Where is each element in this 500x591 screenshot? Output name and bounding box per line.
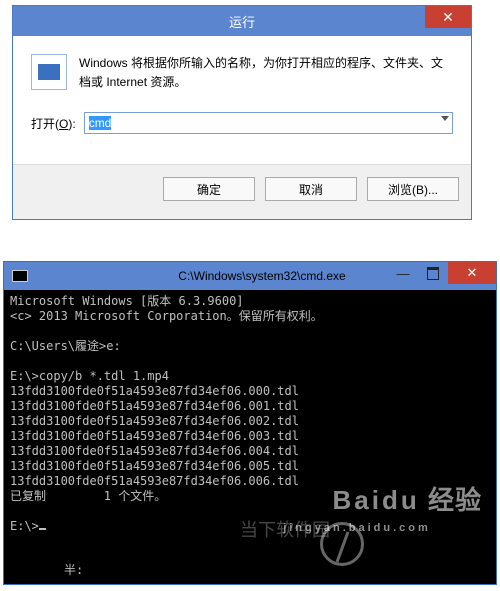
cmd-line: 13fdd3100fde0f51a4593e87fd34ef06.006.tdl: [10, 474, 299, 488]
cmd-line: <c> 2013 Microsoft Corporation。保留所有权利。: [10, 309, 323, 323]
watermark-center: 当下软件园: [240, 523, 330, 538]
watermark-logo-icon: [320, 522, 364, 566]
run-button-row: 确定 取消 浏览(B)...: [13, 164, 471, 219]
run-description: Windows 将根据你所输入的名称，为你打开相应的程序、文件夹、文档或 Int…: [79, 54, 453, 92]
close-button[interactable]: ✕: [425, 6, 471, 28]
watermark-brand: Baidu: [333, 485, 420, 515]
cmd-close-button[interactable]: ✕: [448, 262, 496, 284]
cmd-window-controls: — ✕: [388, 262, 496, 284]
open-label-key: O: [59, 117, 68, 131]
cmd-window: C:\Windows\system32\cmd.exe — ✕ Microsof…: [3, 261, 497, 585]
open-label: 打开(O):: [31, 115, 76, 132]
open-input[interactable]: [84, 112, 453, 134]
open-label-pre: 打开(: [31, 117, 59, 131]
run-titlebar[interactable]: 运行 ✕: [13, 6, 471, 36]
watermark-url: jingyan.baidu.com: [283, 521, 482, 536]
cmd-line: C:\Users\履途>e:: [10, 339, 121, 353]
cancel-button[interactable]: 取消: [265, 177, 357, 201]
run-dialog: 运行 ✕ Windows 将根据你所输入的名称，为你打开相应的程序、文件夹、文档…: [12, 5, 472, 220]
cmd-line: E:\>copy/b *.tdl 1.mp4: [10, 369, 169, 383]
cmd-line: 13fdd3100fde0f51a4593e87fd34ef06.000.tdl: [10, 384, 299, 398]
cmd-output[interactable]: Microsoft Windows [版本 6.3.9600] <c> 2013…: [4, 290, 496, 584]
cmd-line: Microsoft Windows [版本 6.3.9600]: [10, 294, 244, 308]
run-title: 运行: [13, 12, 471, 31]
ok-button[interactable]: 确定: [163, 177, 255, 201]
run-info: Windows 将根据你所输入的名称，为你打开相应的程序、文件夹、文档或 Int…: [31, 54, 453, 92]
maximize-button[interactable]: [418, 262, 448, 284]
run-body: Windows 将根据你所输入的名称，为你打开相应的程序、文件夹、文档或 Int…: [13, 36, 471, 164]
watermark-baidu: Baidu 经验 jingyan.baidu.com: [283, 478, 482, 566]
cmd-line: 已复制 1 个文件。: [10, 489, 166, 503]
open-label-post: ):: [68, 117, 75, 131]
cmd-line: 13fdd3100fde0f51a4593e87fd34ef06.004.tdl: [10, 444, 299, 458]
minimize-button[interactable]: —: [388, 262, 418, 284]
cmd-prompt: E:\>: [10, 519, 39, 533]
cmd-app-icon: [12, 270, 28, 282]
open-combobox[interactable]: [84, 112, 453, 134]
browse-button[interactable]: 浏览(B)...: [367, 177, 459, 201]
cursor-icon: [39, 528, 46, 530]
chevron-down-icon[interactable]: [441, 116, 449, 121]
cmd-titlebar[interactable]: C:\Windows\system32\cmd.exe — ✕: [4, 262, 496, 290]
cmd-line: 13fdd3100fde0f51a4593e87fd34ef06.001.tdl: [10, 399, 299, 413]
cmd-line: 13fdd3100fde0f51a4593e87fd34ef06.005.tdl: [10, 459, 299, 473]
close-icon: ✕: [442, 9, 454, 26]
cmd-fragment: 半:: [64, 563, 83, 578]
cmd-line: 13fdd3100fde0f51a4593e87fd34ef06.002.tdl: [10, 414, 299, 428]
cmd-line: 13fdd3100fde0f51a4593e87fd34ef06.003.tdl: [10, 429, 299, 443]
run-app-icon: [31, 54, 67, 90]
run-input-row: 打开(O):: [31, 112, 453, 134]
